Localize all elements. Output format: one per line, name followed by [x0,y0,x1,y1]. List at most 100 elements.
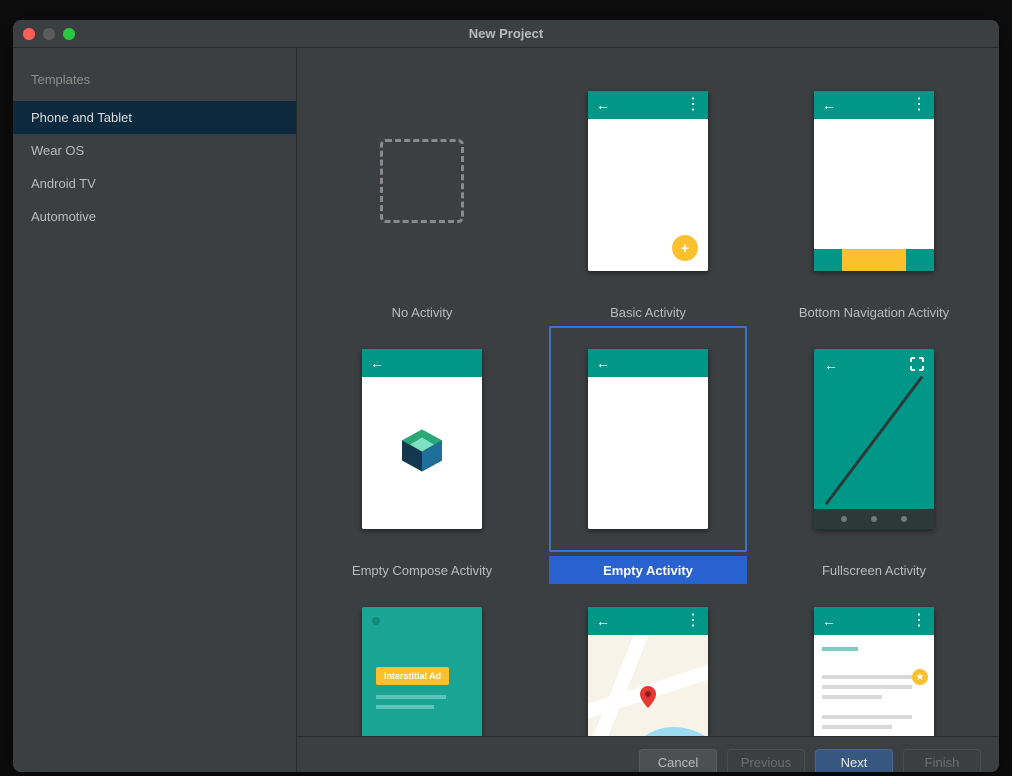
star-badge-icon: ★ [912,669,928,685]
sidebar-header: Templates [13,66,296,101]
sidebar-item-label: Automotive [31,209,96,224]
template-caption: Empty Compose Activity [323,556,521,584]
phone-mock: ← ⋮ [588,607,708,736]
back-arrow-icon: ← [596,98,610,112]
sidebar-item-phone-and-tablet[interactable]: Phone and Tablet [13,101,296,134]
sidebar-item-android-tv[interactable]: Android TV [13,167,296,200]
text-line-icon [376,695,446,699]
appbar: ← ⋮ [588,607,708,635]
template-caption: Empty Activity [549,556,747,584]
finish-button[interactable]: Finish [903,749,981,773]
more-icon: ⋮ [911,613,926,629]
window-title: New Project [469,26,543,41]
more-icon: ⋮ [911,97,926,113]
template-empty-compose-activity[interactable]: ← [312,326,532,584]
template-caption: Fullscreen Activity [775,556,973,584]
dialog-body: Templates Phone and Tablet Wear OS Andro… [13,48,999,772]
sidebar-item-label: Phone and Tablet [31,110,132,125]
dashed-placeholder-icon [380,139,464,223]
phone-mock: ← ⋮ [814,91,934,271]
phone-mock: ← [362,349,482,529]
road-icon [588,644,708,719]
template-caption: Bottom Navigation Activity [775,298,973,326]
button-label: Previous [741,755,792,770]
template-thumb [323,68,521,294]
window-controls [23,28,75,40]
map-pin-icon [640,686,656,708]
status-dot-icon [372,617,380,625]
template-thumb: ← [549,326,747,552]
template-google-maps-activity[interactable]: ← ⋮ [538,584,758,736]
sidebar: Templates Phone and Tablet Wear OS Andro… [13,48,297,772]
window-close-button[interactable] [23,28,35,40]
template-caption: Basic Activity [549,298,747,326]
text-line-icon [822,675,912,679]
template-thumb: ← ⋮ [775,68,973,294]
phone-mock: ← [814,349,934,529]
template-thumb: ← [775,326,973,552]
template-interstitial-ad[interactable]: Interstitial Ad [312,584,532,736]
phone-body: + [588,119,708,271]
template-google-pay-activity[interactable]: ← ⋮ [764,584,984,736]
back-arrow-icon: ← [596,356,610,370]
template-picker: No Activity ← ⋮ + [297,48,999,772]
phone-body [588,635,708,736]
window-maximize-button[interactable] [63,28,75,40]
new-project-window: New Project Templates Phone and Tablet W… [13,20,999,772]
phone-mock: Interstitial Ad [362,607,482,736]
appbar: ← [588,349,708,377]
sidebar-item-label: Android TV [31,176,96,191]
sidebar-item-label: Wear OS [31,143,84,158]
phone-body: ★ G Pay [814,635,934,736]
template-thumb: ← ⋮ [775,584,973,736]
back-arrow-icon: ← [596,614,610,628]
sidebar-item-automotive[interactable]: Automotive [13,200,296,233]
template-thumb: ← [323,326,521,552]
phone-mock: ← ⋮ + [588,91,708,271]
fab-icon: + [672,235,698,261]
heading-bar-icon [822,647,858,651]
text-line-icon [822,695,882,699]
next-button[interactable]: Next [815,749,893,773]
template-thumb: ← ⋮ [549,584,747,736]
template-no-activity[interactable]: No Activity [312,68,532,326]
previous-button[interactable]: Previous [727,749,805,773]
compose-logo-icon [397,426,447,476]
sidebar-item-wear-os[interactable]: Wear OS [13,134,296,167]
button-label: Finish [925,755,960,770]
text-line-icon [822,685,912,689]
water-icon [628,727,708,736]
text-line-icon [822,725,892,729]
back-arrow-icon: ← [822,614,836,628]
more-icon: ⋮ [685,613,700,629]
template-bottom-navigation-activity[interactable]: ← ⋮ Bottom Navigation Activity [764,68,984,326]
text-line-icon [376,705,434,709]
fullscreen-icon [910,357,924,371]
phone-body [588,377,708,529]
window-minimize-button[interactable] [43,28,55,40]
back-arrow-icon: ← [370,356,384,370]
template-caption: No Activity [323,298,521,326]
dialog-footer: Cancel Previous Next Finish [297,736,999,772]
appbar: ← ⋮ [814,91,934,119]
titlebar: New Project [13,20,999,48]
back-arrow-icon: ← [822,98,836,112]
nav-bar-icon [814,509,934,529]
button-label: Next [841,755,868,770]
more-icon: ⋮ [685,97,700,113]
template-empty-activity[interactable]: ← Empty Activity [538,326,758,584]
phone-mock: ← [588,349,708,529]
template-thumb: ← ⋮ + [549,68,747,294]
bottom-nav-bar [814,249,934,271]
template-grid: No Activity ← ⋮ + [297,48,999,736]
interstitial-ad-button: Interstitial Ad [376,667,449,685]
template-basic-activity[interactable]: ← ⋮ + Basic Activity [538,68,758,326]
back-arrow-icon: ← [824,357,838,373]
text-line-icon [822,715,912,719]
cancel-button[interactable]: Cancel [639,749,717,773]
template-thumb: Interstitial Ad [323,584,521,736]
template-fullscreen-activity[interactable]: ← Fullscreen Activity [764,326,984,584]
button-label: Cancel [658,755,698,770]
appbar: ← [362,349,482,377]
phone-body [814,119,934,271]
